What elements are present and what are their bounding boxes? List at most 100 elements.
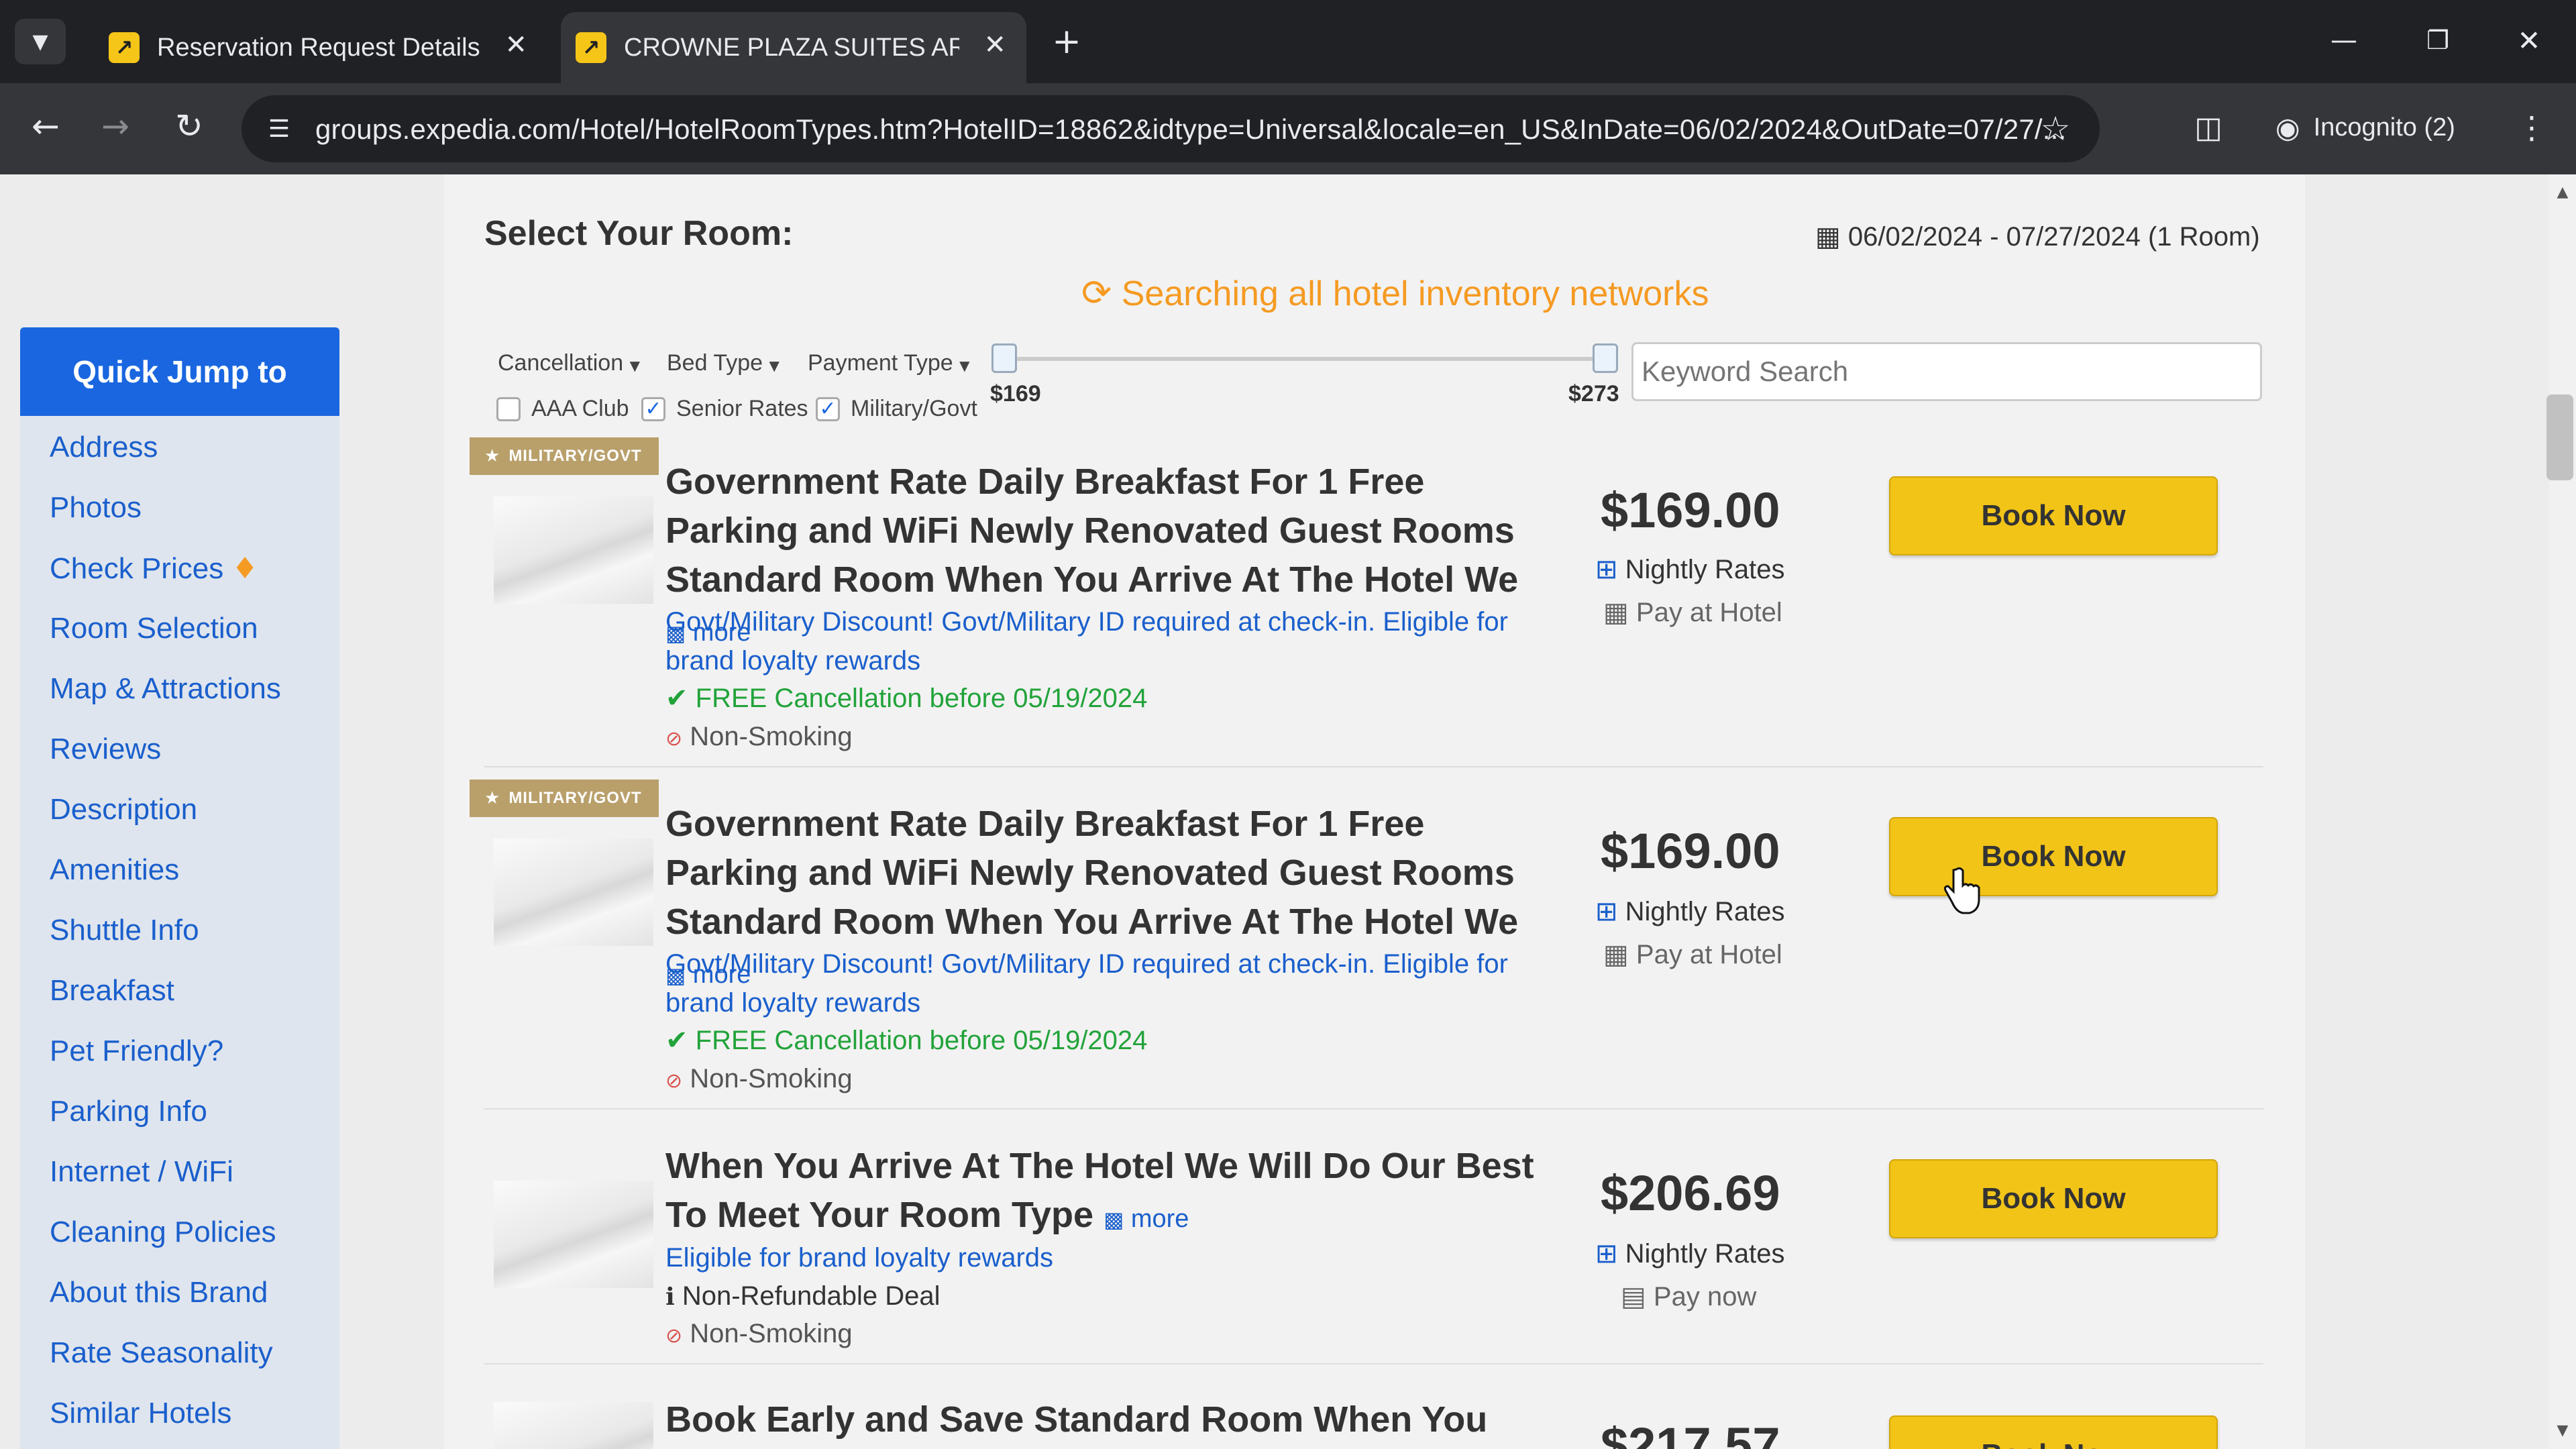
room-price: $169.00 [1601, 482, 1780, 538]
scrollbar-track[interactable] [2549, 174, 2576, 1449]
nav-check-prices[interactable]: Check Prices ♦ [50, 551, 258, 586]
bed-type-filter[interactable]: Bed Type ▼ [667, 350, 780, 376]
calendar-icon: ▦ [1815, 221, 1841, 252]
close-window-icon[interactable]: ✕ [2509, 20, 2549, 60]
room-photo[interactable] [494, 1402, 653, 1449]
room-photo[interactable] [494, 496, 653, 604]
nav-photos[interactable]: Photos [50, 491, 142, 525]
tab-reservation[interactable]: ↗ Reservation Request Details ✕ [78, 12, 547, 83]
nav-about-brand[interactable]: About this Brand [50, 1276, 268, 1309]
tab-search-icon[interactable]: ▼ [15, 19, 66, 64]
incognito-indicator[interactable]: ◉ Incognito (2) [2261, 99, 2475, 156]
room-description: Govt/Military Discount! Govt/Military ID… [665, 949, 1508, 1018]
room-description: Govt/Military Discount! Govt/Military ID… [665, 607, 1508, 676]
scroll-up-icon[interactable]: ▲ [2549, 180, 2576, 204]
reload-icon[interactable]: ↻ [168, 105, 211, 148]
room-divider [484, 1108, 2263, 1110]
aaa-club-label: AAA Club [531, 396, 629, 421]
more-photos-link[interactable]: ▩ more [1104, 1205, 1189, 1233]
date-range-text: 06/02/2024 - 07/27/2024 (1 Room) [1847, 222, 2260, 252]
scrollbar-thumb[interactable] [2546, 394, 2573, 480]
nav-breakfast[interactable]: Breakfast [50, 974, 174, 1008]
military-govt-checkbox[interactable]: ✓ Military/Govt [816, 396, 977, 422]
nav-parking-info[interactable]: Parking Info [50, 1095, 207, 1128]
no-smoking-icon: ⊘ [665, 1324, 683, 1348]
checkmark-icon: ✓ [641, 396, 665, 421]
room-photo[interactable] [494, 839, 653, 946]
free-cancellation-text: FREE Cancellation before 05/19/2024 [695, 684, 1148, 713]
camera-icon: ▩ [1104, 1207, 1124, 1232]
keyword-search-input[interactable] [1631, 342, 2262, 401]
nav-room-selection[interactable]: Room Selection [50, 612, 258, 645]
plus-square-icon: ⊞ [1595, 896, 1618, 927]
searching-status: ⟳ Searching all hotel inventory networks [1081, 272, 1709, 314]
tab-crowne-plaza[interactable]: ↗ CROWNE PLAZA SUITES ARLIN ✕ [561, 12, 1026, 83]
price-slider-track[interactable] [1004, 357, 1607, 361]
price-min-label: $169 [990, 381, 1041, 407]
caret-down-icon: ▼ [959, 358, 970, 374]
minimize-icon[interactable]: — [2324, 20, 2364, 60]
price-slider-min-handle[interactable] [991, 343, 1017, 373]
room-divider [484, 1363, 2263, 1364]
scroll-down-icon[interactable]: ▼ [2549, 1418, 2576, 1442]
close-tab-icon[interactable]: ✕ [983, 30, 1006, 60]
nav-check-prices-label: Check Prices [50, 552, 224, 585]
payment-method-text: Pay at Hotel [1635, 598, 1782, 627]
cancellation-filter[interactable]: Cancellation ▼ [498, 350, 640, 376]
back-icon[interactable]: ← [24, 105, 67, 148]
room-title[interactable]: When You Arrive At The Hotel We Will Do … [665, 1142, 1538, 1244]
nav-shuttle-info[interactable]: Shuttle Info [50, 914, 199, 947]
building-icon: ▦ [1603, 939, 1629, 970]
nightly-rates-link[interactable]: ⊞ Nightly Rates [1595, 554, 1785, 585]
incognito-icon: ◉ [2275, 111, 2300, 144]
book-now-button[interactable]: Book Now [1889, 476, 2218, 555]
plus-square-icon: ⊞ [1595, 554, 1618, 585]
tab-title: CROWNE PLAZA SUITES ARLIN [624, 33, 959, 62]
room-photo[interactable] [494, 1181, 653, 1288]
nav-pet-friendly[interactable]: Pet Friendly? [50, 1034, 223, 1068]
bookmark-star-icon[interactable]: ☆ [2034, 107, 2077, 150]
nav-similar-hotels[interactable]: Similar Hotels [50, 1397, 231, 1430]
payment-method: ▤ Pay now [1621, 1281, 1756, 1312]
credit-card-icon: ▤ [1621, 1281, 1646, 1312]
nav-cleaning-policies[interactable]: Cleaning Policies [50, 1216, 276, 1249]
smoking-policy: ⊘ Non-Smoking [665, 1319, 853, 1349]
nav-address[interactable]: Address [50, 431, 158, 464]
nightly-rates-link[interactable]: ⊞ Nightly Rates [1595, 896, 1785, 927]
book-now-button[interactable]: Book Now [1889, 1159, 2218, 1238]
more-link-text: more [1130, 1205, 1189, 1233]
close-tab-icon[interactable]: ✕ [504, 30, 527, 60]
payment-type-filter[interactable]: Payment Type ▼ [808, 350, 970, 376]
room-title[interactable]: Book Early and Save Standard Room When Y… [665, 1395, 1538, 1444]
room-title-text: Government Rate Daily Breakfast For 1 Fr… [665, 804, 1519, 942]
price-slider-max-handle[interactable] [1593, 343, 1618, 373]
site-info-icon[interactable]: ☰ [259, 109, 299, 149]
book-now-button[interactable]: Book Now [1889, 1415, 2218, 1449]
forward-icon[interactable]: → [94, 105, 137, 148]
room-divider [484, 766, 2263, 767]
military-govt-ribbon: ★ MILITARY/GOVT [470, 437, 659, 475]
address-bar[interactable]: ☰ groups.expedia.com/Hotel/HotelRoomType… [241, 95, 2100, 162]
new-tab-icon[interactable]: + [1048, 19, 1085, 64]
refresh-icon: ⟳ [1081, 272, 1112, 314]
payment-method-text: Pay now [1653, 1282, 1757, 1311]
nav-internet-wifi[interactable]: Internet / WiFi [50, 1155, 233, 1189]
payment-method: ▦ Pay at Hotel [1603, 939, 1782, 970]
nav-amenities[interactable]: Amenities [50, 853, 179, 887]
nav-description[interactable]: Description [50, 793, 197, 826]
restore-icon[interactable]: ❐ [2418, 20, 2458, 60]
book-now-button[interactable]: Book Now [1889, 817, 2218, 896]
free-cancellation-text: FREE Cancellation before 05/19/2024 [695, 1026, 1148, 1055]
nightly-rates-link[interactable]: ⊞ Nightly Rates [1595, 1238, 1785, 1269]
bed-type-filter-label: Bed Type [667, 350, 763, 376]
payment-method: ▦ Pay at Hotel [1603, 597, 1782, 628]
menu-icon[interactable]: ⋮ [2512, 106, 2552, 149]
aaa-club-checkbox[interactable]: AAA Club [496, 396, 629, 422]
nav-reviews[interactable]: Reviews [50, 733, 161, 766]
side-panel-icon[interactable]: ◫ [2187, 106, 2230, 149]
nightly-rates-text: Nightly Rates [1625, 897, 1785, 926]
senior-rates-checkbox[interactable]: ✓ Senior Rates [641, 396, 808, 422]
nav-rate-seasonality[interactable]: Rate Seasonality [50, 1336, 273, 1370]
nav-map-attractions[interactable]: Map & Attractions [50, 672, 281, 706]
room-price: $169.00 [1601, 823, 1780, 879]
